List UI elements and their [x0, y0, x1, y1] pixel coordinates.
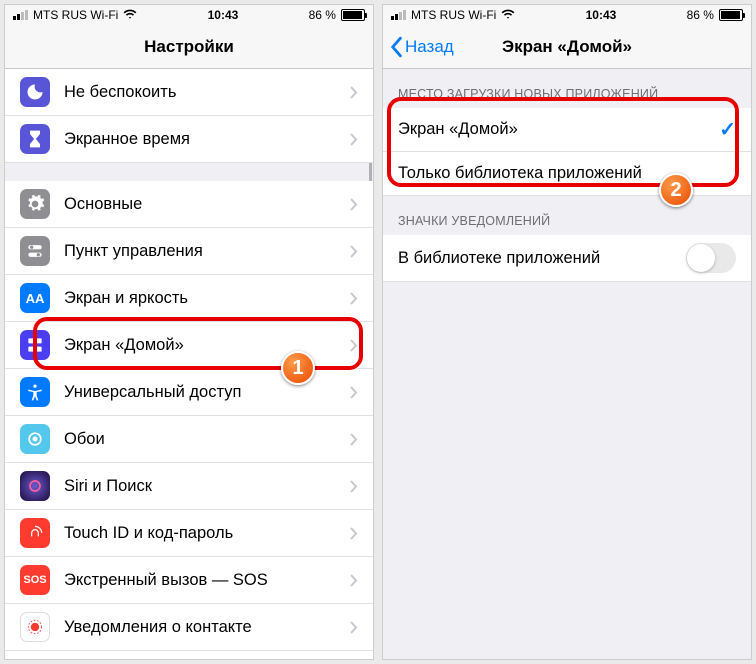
gear-icon: [20, 189, 50, 219]
row-wallpaper[interactable]: Обои: [5, 416, 373, 463]
wifi-icon: [501, 7, 515, 24]
section-header-badges: ЗНАЧКИ УВЕДОМЛЕНИЙ: [383, 196, 751, 235]
row-label: В библиотеке приложений: [398, 249, 686, 268]
nav-bar: Назад Экран «Домой»: [383, 25, 751, 69]
marker-number: 1: [292, 357, 303, 380]
signal-icon: [13, 10, 28, 20]
option-app-library-only[interactable]: Только библиотека приложений: [383, 152, 751, 196]
row-sos[interactable]: SOS Экстренный вызов — SOS: [5, 557, 373, 604]
home-grid-icon: [20, 330, 50, 360]
chevron-right-icon: [350, 480, 358, 493]
signal-icon: [391, 10, 406, 20]
chevron-right-icon: [350, 433, 358, 446]
annotation-marker-1: 1: [281, 351, 315, 385]
row-accessibility[interactable]: Универсальный доступ: [5, 369, 373, 416]
annotation-marker-2: 2: [659, 173, 693, 207]
row-label: Пункт управления: [64, 242, 350, 261]
fingerprint-icon: [20, 518, 50, 548]
row-label: Универсальный доступ: [64, 383, 350, 402]
carrier-label: MTS RUS Wi-Fi: [33, 8, 118, 22]
row-label: Экранное время: [64, 130, 350, 149]
marker-number: 2: [670, 179, 681, 202]
battery-icon: [341, 9, 365, 21]
row-label: Экран и яркость: [64, 289, 350, 308]
phone-left: MTS RUS Wi-Fi 10:43 86 % Настройки Не бе…: [4, 4, 374, 660]
status-bar: MTS RUS Wi-Fi 10:43 86 %: [383, 5, 751, 25]
option-home-screen[interactable]: Экран «Домой» ✓: [383, 108, 751, 152]
sos-icon-text: SOS: [23, 574, 46, 586]
row-general[interactable]: Основные: [5, 181, 373, 228]
moon-icon: [20, 77, 50, 107]
chevron-right-icon: [350, 574, 358, 587]
row-label: Экстренный вызов — SOS: [64, 571, 350, 590]
back-button[interactable]: Назад: [389, 36, 454, 58]
row-home-screen[interactable]: Экран «Домой»: [5, 322, 373, 369]
battery-row-icon: [20, 659, 50, 660]
chevron-right-icon: [350, 386, 358, 399]
row-dnd[interactable]: Не беспокоить: [5, 69, 373, 116]
row-touchid[interactable]: Touch ID и код-пароль: [5, 510, 373, 557]
back-label: Назад: [405, 37, 454, 57]
row-label: Не беспокоить: [64, 83, 350, 102]
row-label: Экран «Домой»: [64, 336, 350, 355]
status-bar: MTS RUS Wi-Fi 10:43 86 %: [5, 5, 373, 25]
chevron-right-icon: [350, 621, 358, 634]
row-control-center[interactable]: Пункт управления: [5, 228, 373, 275]
row-label: Siri и Поиск: [64, 477, 350, 496]
chevron-right-icon: [350, 133, 358, 146]
battery-icon: [719, 9, 743, 21]
row-label: Обои: [64, 430, 350, 449]
section-header-download: МЕСТО ЗАГРУЗКИ НОВЫХ ПРИЛОЖЕНИЙ: [383, 69, 751, 108]
toggle-knob: [687, 244, 715, 272]
phone-right: MTS RUS Wi-Fi 10:43 86 % Назад Экран «До…: [382, 4, 752, 660]
wallpaper-icon: [20, 424, 50, 454]
chevron-right-icon: [350, 292, 358, 305]
carrier-label: MTS RUS Wi-Fi: [411, 8, 496, 22]
row-siri[interactable]: Siri и Поиск: [5, 463, 373, 510]
chevron-right-icon: [350, 86, 358, 99]
row-screentime[interactable]: Экранное время: [5, 116, 373, 163]
wifi-icon: [123, 7, 137, 24]
row-exposure[interactable]: Уведомления о контакте: [5, 604, 373, 651]
siri-icon: [20, 471, 50, 501]
row-label: Уведомления о контакте: [64, 618, 350, 637]
row-label: Touch ID и код-пароль: [64, 524, 350, 543]
toggle-badges[interactable]: [686, 243, 736, 273]
nav-bar: Настройки: [5, 25, 373, 69]
chevron-right-icon: [350, 198, 358, 211]
time-label: 10:43: [208, 8, 239, 22]
sos-icon: SOS: [20, 565, 50, 595]
switches-icon: [20, 236, 50, 266]
accessibility-icon: [20, 377, 50, 407]
checkmark-icon: ✓: [719, 117, 736, 142]
settings-list: Не беспокоить Экранное время Основные Пу…: [5, 69, 373, 660]
chevron-right-icon: [350, 527, 358, 540]
page-title: Экран «Домой»: [502, 37, 632, 57]
page-title: Настройки: [144, 37, 234, 57]
row-label: Экран «Домой»: [398, 120, 719, 139]
battery-percent: 86 %: [309, 8, 336, 22]
row-battery[interactable]: Аккумулятор: [5, 651, 373, 660]
row-label: Основные: [64, 195, 350, 214]
hourglass-icon: [20, 124, 50, 154]
battery-percent: 86 %: [687, 8, 714, 22]
option-badges-app-library[interactable]: В библиотеке приложений: [383, 235, 751, 282]
row-display[interactable]: AA Экран и яркость: [5, 275, 373, 322]
exposure-icon: [20, 612, 50, 642]
home-screen-options: МЕСТО ЗАГРУЗКИ НОВЫХ ПРИЛОЖЕНИЙ Экран «Д…: [383, 69, 751, 282]
chevron-right-icon: [350, 245, 358, 258]
text-size-icon: AA: [20, 283, 50, 313]
time-label: 10:43: [586, 8, 617, 22]
chevron-right-icon: [350, 339, 358, 352]
